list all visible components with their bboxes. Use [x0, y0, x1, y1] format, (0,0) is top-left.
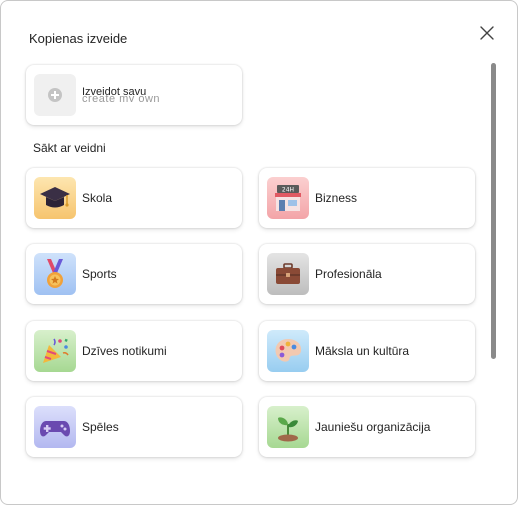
template-tile — [34, 406, 76, 448]
template-label: Jauniešu organizācija — [315, 420, 431, 434]
template-label: Māksla un kultūra — [315, 344, 410, 358]
template-label: Skola — [82, 191, 113, 205]
plus-icon — [48, 88, 62, 102]
template-card-bizness[interactable]: 24H Bizness — [259, 168, 475, 228]
game-controller-icon — [40, 421, 70, 437]
create-community-dialog: Kopienas izveide Izveidot savu create my… — [0, 0, 518, 505]
template-label: Bizness — [315, 191, 358, 205]
section-label: Sākt ar veidni — [33, 141, 106, 155]
party-popper-icon — [43, 338, 69, 363]
template-card-skola[interactable]: Skola — [26, 168, 242, 228]
scrollbar-thumb[interactable] — [491, 63, 496, 359]
medal-icon — [47, 259, 63, 288]
template-label: Profesionāla — [315, 267, 382, 281]
template-tile — [267, 253, 309, 295]
template-tile — [34, 330, 76, 372]
template-tile — [267, 406, 309, 448]
scrollbar[interactable] — [491, 63, 497, 359]
template-card-maksla-un-kultura[interactable]: Māksla un kultūra — [259, 321, 475, 381]
close-button[interactable] — [477, 23, 497, 43]
sprout-icon — [278, 417, 298, 442]
template-card-profesionala[interactable]: Profesionāla — [259, 244, 475, 304]
template-card-sports[interactable]: Sports — [26, 244, 242, 304]
create-own-card[interactable]: Izveidot savu create my own — [26, 65, 242, 125]
storefront-icon: 24H — [275, 185, 301, 211]
template-label: Dzīves notikumi — [82, 344, 167, 358]
template-card-jauniesu-organizacija[interactable]: Jauniešu organizācija — [259, 397, 475, 457]
template-tile — [34, 253, 76, 295]
create-own-label: Izveidot savu — [82, 86, 147, 98]
template-label: Sports — [82, 267, 117, 281]
close-icon — [480, 26, 494, 40]
template-card-dzives-notikumi[interactable]: Dzīves notikumi — [26, 321, 242, 381]
briefcase-icon — [276, 263, 300, 284]
dialog-title: Kopienas izveide — [29, 31, 128, 46]
template-tile: 24H — [267, 177, 309, 219]
template-tile — [267, 330, 309, 372]
graduation-cap-icon — [40, 187, 70, 208]
template-label: Spēles — [82, 420, 119, 434]
svg-text:24H: 24H — [282, 187, 294, 194]
template-tile — [34, 177, 76, 219]
template-card-speles[interactable]: Spēles — [26, 397, 242, 457]
create-tile — [34, 74, 76, 116]
palette-icon — [275, 339, 302, 362]
